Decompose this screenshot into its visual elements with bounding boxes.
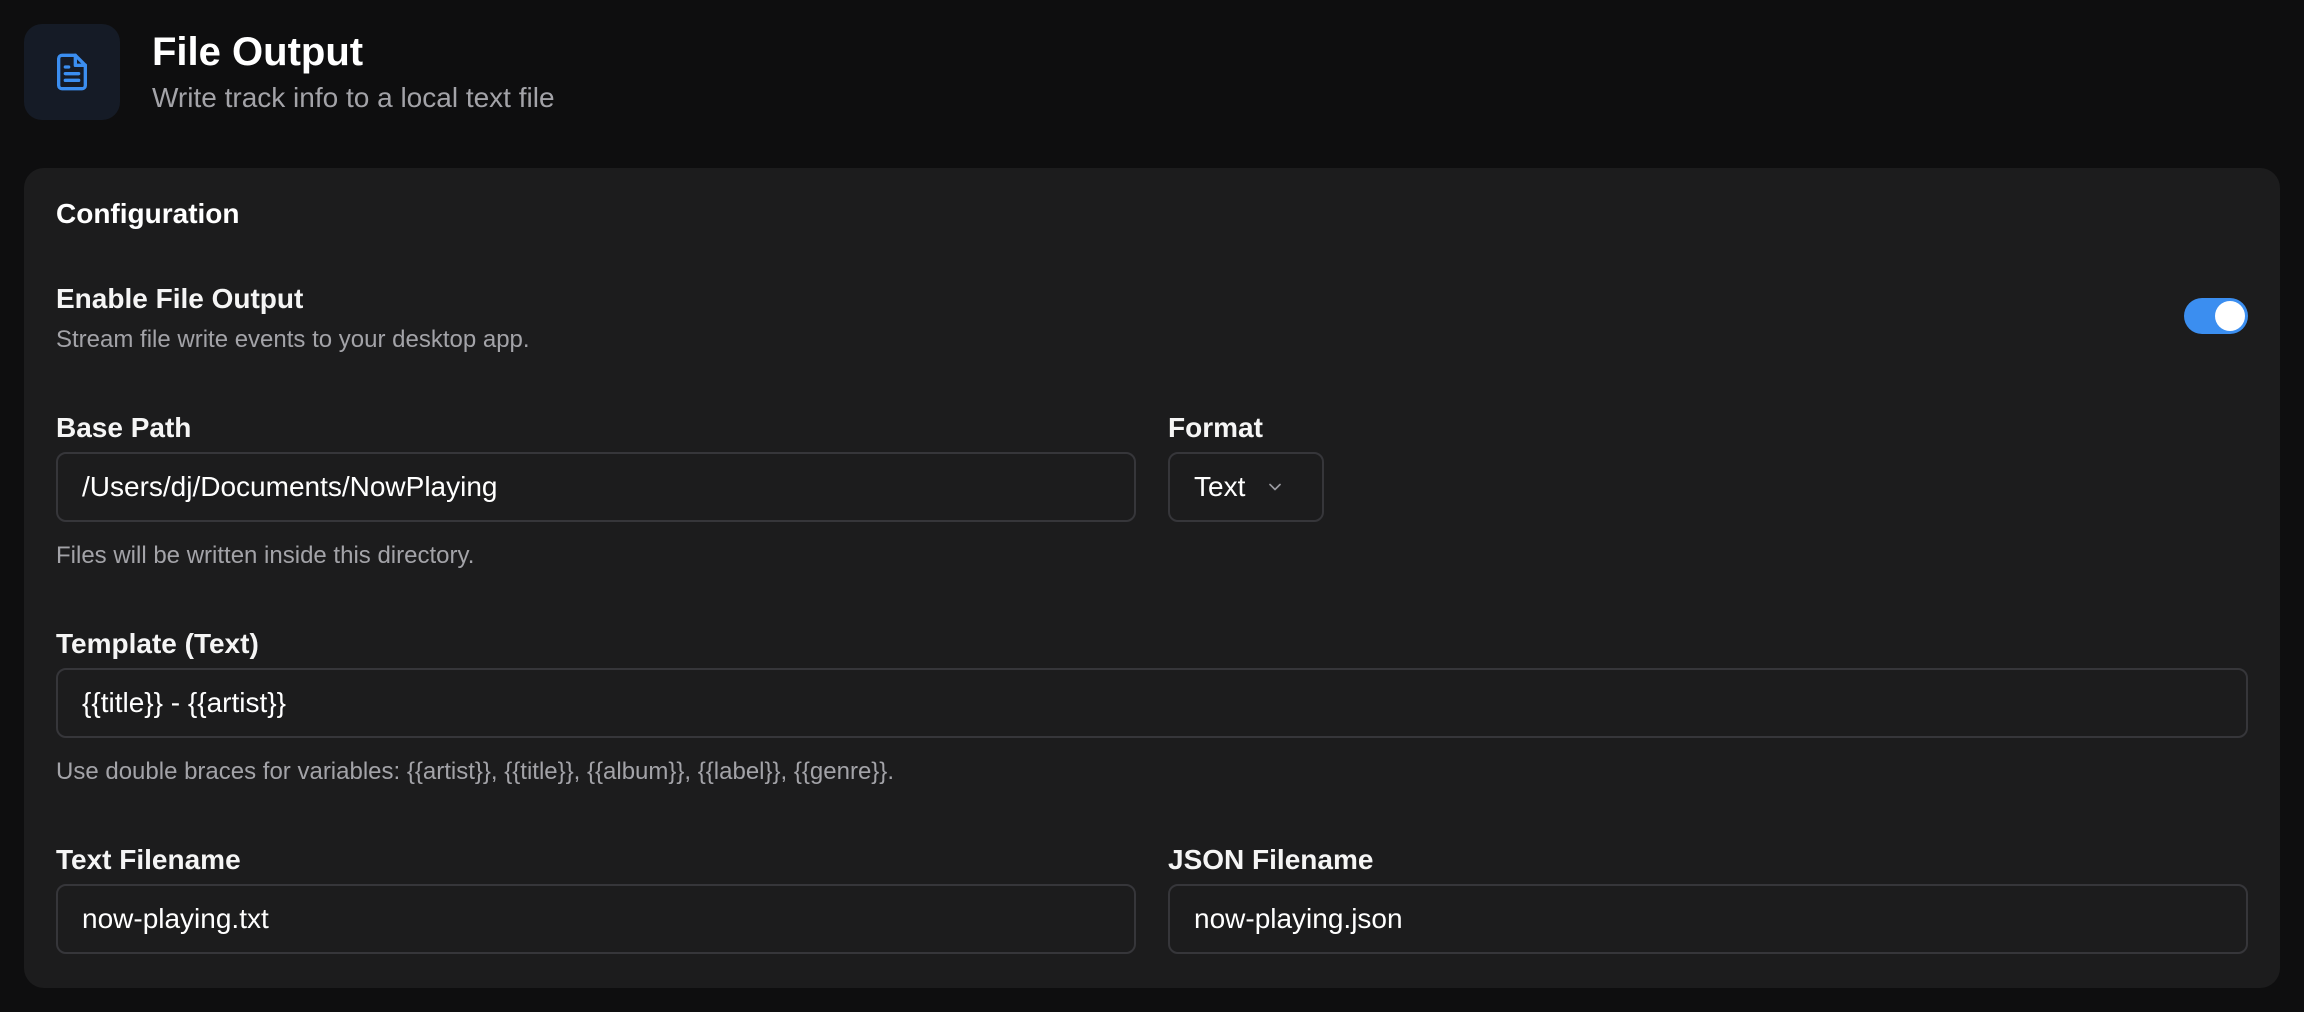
base-path-input[interactable] (56, 452, 1136, 522)
format-label: Format (1168, 412, 1263, 443)
template-label: Template (Text) (56, 628, 259, 659)
base-path-hint: Files will be written inside this direct… (56, 542, 475, 569)
format-select-value: Text (1194, 471, 1246, 502)
text-filename-label: Text Filename (56, 844, 241, 875)
json-filename-label: JSON Filename (1168, 844, 1374, 875)
card-title: Configuration (56, 198, 240, 229)
enable-file-output-label: Enable File Output (56, 283, 304, 314)
page-subtitle: Write track info to a local text file (152, 82, 555, 113)
enable-file-output-description: Stream file write events to your desktop… (56, 326, 530, 353)
template-input[interactable] (56, 668, 2248, 738)
file-output-page: File Output Write track info to a local … (0, 0, 2304, 1012)
json-filename-input[interactable] (1168, 884, 2248, 954)
format-select[interactable]: Text (1168, 452, 1324, 522)
page-title: File Output (152, 30, 364, 74)
enable-file-output-toggle[interactable] (2184, 298, 2248, 334)
header-text: File Output Write track info to a local … (152, 28, 555, 116)
chevron-down-icon (1265, 477, 1285, 497)
header-icon-tile (24, 24, 120, 120)
text-filename-input[interactable] (56, 884, 1136, 954)
template-hint: Use double braces for variables: {{artis… (56, 758, 894, 785)
page-header: File Output Write track info to a local … (24, 24, 555, 120)
base-path-label: Base Path (56, 412, 192, 443)
file-text-icon (57, 53, 88, 91)
configuration-card: Configuration Enable File Output Stream … (24, 168, 2280, 988)
toggle-knob (2215, 301, 2245, 331)
